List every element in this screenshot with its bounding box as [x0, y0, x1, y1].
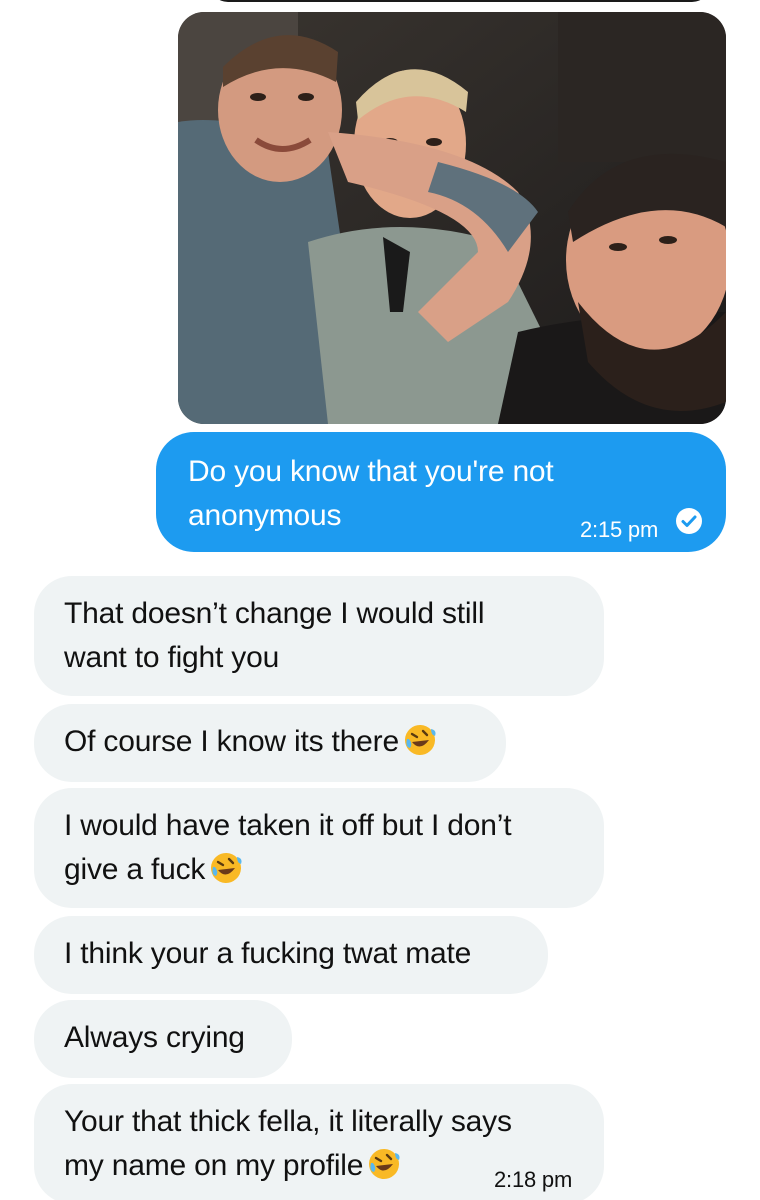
received-message-bubble[interactable]: I think your a fucking twat mate — [34, 916, 548, 994]
message-text-line: That doesn’t change I would still — [64, 597, 485, 630]
dm-conversation: Do you know that you're not anonymous 2:… — [0, 0, 760, 1200]
message-text-line: Always crying — [64, 1021, 245, 1054]
message-timestamp: 2:18 pm — [494, 1167, 573, 1192]
received-message-bubble[interactable]: That doesn’t change I would still want t… — [34, 576, 604, 696]
received-message-bubble[interactable]: Your that thick fella, it literally says… — [34, 1084, 604, 1200]
rolling-on-floor-laughing-emoji — [367, 1147, 401, 1181]
received-message-bubble[interactable]: I would have taken it off but I don’t gi… — [34, 788, 604, 908]
message-text-line: give a fuck — [64, 848, 243, 892]
message-text-line: Your that thick fella, it literally says — [64, 1105, 512, 1138]
message-text-line: Of course I know its there — [64, 720, 437, 764]
rolling-on-floor-laughing-emoji — [209, 851, 243, 885]
received-message-bubble[interactable]: Always crying — [34, 1000, 292, 1078]
message-text-line: I would have taken it off but I don’t — [64, 809, 512, 842]
message-text-line: want to fight you — [64, 641, 280, 674]
message-text: Of course I know its there — [64, 725, 399, 758]
read-check-icon — [676, 508, 702, 534]
message-text-line: anonymous — [188, 499, 342, 532]
received-message-bubble[interactable]: Of course I know its there — [34, 704, 506, 782]
photo-message[interactable] — [178, 12, 726, 424]
message-text: give a fuck — [64, 853, 206, 886]
sent-message-bubble[interactable]: Do you know that you're not anonymous 2:… — [156, 432, 726, 552]
previous-message-edge — [210, 0, 710, 2]
message-text: my name on my profile — [64, 1149, 364, 1182]
message-text-line: I think your a fucking twat mate — [64, 937, 472, 970]
group-selfie-photo — [178, 12, 726, 424]
rolling-on-floor-laughing-emoji — [403, 723, 437, 757]
message-text-line: my name on my profile — [64, 1144, 401, 1188]
message-timestamp: 2:15 pm — [580, 517, 659, 542]
message-text-line: Do you know that you're not — [188, 455, 554, 488]
